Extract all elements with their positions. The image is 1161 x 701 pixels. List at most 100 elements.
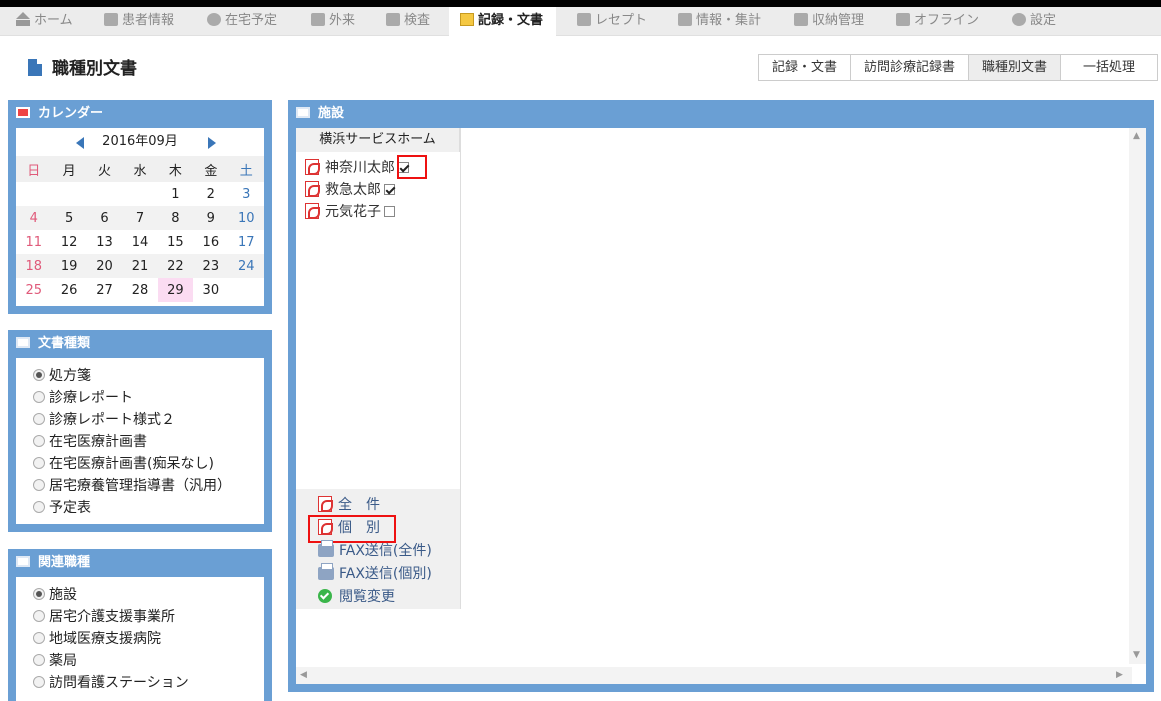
calendar-day[interactable]: 12 (51, 230, 86, 254)
scroll-down-icon[interactable]: ▼ (1133, 650, 1140, 660)
calendar-day[interactable]: 10 (228, 206, 264, 230)
doc-type-option[interactable]: 在宅医療計画書 (33, 431, 264, 453)
calendar-day-today[interactable]: 29 (157, 278, 194, 302)
plug-icon (896, 13, 910, 26)
calendar-day[interactable]: 17 (229, 230, 264, 254)
radio-button[interactable] (33, 391, 45, 403)
radio-button[interactable] (33, 654, 45, 666)
calendar-day[interactable]: 15 (158, 230, 193, 254)
calendar-day[interactable]: 16 (193, 230, 228, 254)
calendar-day[interactable]: 11 (16, 230, 51, 254)
calendar-day[interactable]: 6 (86, 206, 123, 230)
pdf-icon[interactable] (305, 203, 320, 219)
radio-button[interactable] (33, 457, 45, 469)
nav-stats[interactable]: 情報・集計 (678, 7, 761, 36)
doc-type-option[interactable]: 診療レポート (33, 387, 264, 409)
radio-button[interactable] (33, 610, 45, 622)
card-icon (577, 13, 591, 26)
next-month-icon[interactable] (208, 137, 216, 149)
calendar-day[interactable]: 5 (51, 206, 87, 230)
nav-billing[interactable]: 収納管理 (794, 7, 864, 36)
nav-receipt[interactable]: レセプト (577, 7, 647, 36)
tag-icon (794, 13, 808, 26)
related-option[interactable]: 訪問看護ステーション (33, 672, 264, 694)
view-change-button[interactable]: 閲覧変更 (318, 586, 395, 608)
calendar-day[interactable]: 1 (158, 182, 193, 206)
calendar-day[interactable]: 18 (16, 254, 52, 278)
scroll-left-icon[interactable]: ◀ (300, 670, 307, 680)
print-all-button[interactable]: 全 件 (318, 494, 380, 516)
calendar-day[interactable]: 8 (157, 206, 194, 230)
calendar-day[interactable]: 2 (193, 182, 228, 206)
calendar-day[interactable]: 25 (16, 278, 51, 302)
radio-button[interactable] (33, 369, 45, 381)
weekday-label: 土 (228, 156, 264, 182)
doc-type-option[interactable]: 処方箋 (33, 365, 264, 387)
pdf-icon[interactable] (305, 159, 320, 175)
radio-button[interactable] (33, 479, 45, 491)
doc-type-panel: 文書種類 処方箋 診療レポート 診療レポート様式２ 在宅医療計画書 在宅医療計画… (8, 330, 272, 532)
radio-button[interactable] (33, 501, 45, 513)
doc-type-option[interactable]: 居宅療養管理指導書（汎用） (33, 475, 264, 497)
calendar-day (87, 182, 122, 206)
calendar-day[interactable]: 19 (51, 254, 87, 278)
nav-records[interactable]: 記録・文書 (449, 7, 557, 37)
related-option[interactable]: 施設 (33, 584, 264, 606)
patient-item[interactable]: 元気花子 (305, 202, 395, 222)
calendar-day[interactable]: 21 (122, 254, 158, 278)
pdf-icon[interactable] (305, 181, 320, 197)
calendar-day[interactable]: 14 (122, 230, 157, 254)
calendar-day[interactable]: 7 (122, 206, 158, 230)
related-option[interactable]: 地域医療支援病院 (33, 628, 264, 650)
facility-list: 横浜サービスホーム 神奈川太郎 救急太郎 元気花子 全 件 個 別 FAX送信(… (296, 128, 461, 609)
tab-visit-records[interactable]: 訪問診療記録書 (851, 54, 970, 81)
person-icon (311, 13, 325, 26)
nav-home-schedule[interactable]: 在宅予定 (207, 7, 277, 36)
calendar-day[interactable]: 23 (193, 254, 229, 278)
radio-button[interactable] (33, 435, 45, 447)
nav-exam[interactable]: 検査 (386, 7, 430, 36)
patient-item[interactable]: 神奈川太郎 (305, 158, 409, 178)
scroll-up-icon[interactable]: ▲ (1133, 131, 1140, 141)
facility-panel: 施設 横浜サービスホーム 神奈川太郎 救急太郎 元気花子 全 件 個 別 FAX… (288, 100, 1154, 692)
calendar-day[interactable]: 26 (51, 278, 86, 302)
doc-type-option[interactable]: 診療レポート様式２ (33, 409, 264, 431)
radio-button[interactable] (33, 632, 45, 644)
calendar-day[interactable]: 22 (157, 254, 194, 278)
radio-button[interactable] (33, 588, 45, 600)
tab-records[interactable]: 記録・文書 (758, 54, 852, 81)
patient-item[interactable]: 救急太郎 (305, 180, 395, 200)
patient-checkbox[interactable] (384, 184, 395, 195)
calendar-day[interactable]: 4 (16, 206, 52, 230)
nav-outpatient[interactable]: 外来 (311, 7, 355, 36)
fax-all-button[interactable]: FAX送信(全件) (318, 540, 432, 562)
nav-patient[interactable]: 患者情報 (104, 7, 174, 36)
fax-individual-button[interactable]: FAX送信(個別) (318, 563, 432, 585)
document-icon (460, 13, 474, 26)
related-option[interactable]: 薬局 (33, 650, 264, 672)
nav-settings[interactable]: 設定 (1012, 7, 1056, 36)
tab-job-documents[interactable]: 職種別文書 (969, 54, 1062, 81)
calendar-day[interactable]: 9 (193, 206, 229, 230)
calendar-day[interactable]: 27 (87, 278, 122, 302)
doc-type-option[interactable]: 予定表 (33, 497, 264, 519)
calendar-day[interactable]: 28 (122, 278, 157, 302)
calendar-day[interactable]: 3 (229, 182, 264, 206)
nav-home[interactable]: ホーム (16, 7, 73, 36)
radio-button[interactable] (33, 676, 45, 688)
horizontal-scrollbar[interactable]: ◀ ▶ (296, 667, 1132, 684)
calendar-day[interactable]: 24 (228, 254, 264, 278)
radio-button[interactable] (33, 413, 45, 425)
related-option[interactable]: 居宅介護支援事業所 (33, 606, 264, 628)
doc-type-option[interactable]: 在宅医療計画書(痴呆なし) (33, 453, 264, 475)
patient-checkbox[interactable] (384, 206, 395, 217)
calendar-day[interactable]: 13 (87, 230, 122, 254)
nav-offline[interactable]: オフライン (896, 7, 979, 36)
calendar-day[interactable]: 30 (193, 278, 228, 302)
prev-month-icon[interactable] (76, 137, 84, 149)
calendar-panel: カレンダー 2016年09月 日 月 火 水 木 金 土 1 2 3 4 5 6… (8, 100, 272, 314)
vertical-scrollbar[interactable]: ▲ ▼ (1129, 128, 1146, 664)
tab-batch[interactable]: 一括処理 (1061, 54, 1159, 81)
calendar-day[interactable]: 20 (86, 254, 123, 278)
scroll-right-icon[interactable]: ▶ (1116, 670, 1123, 680)
